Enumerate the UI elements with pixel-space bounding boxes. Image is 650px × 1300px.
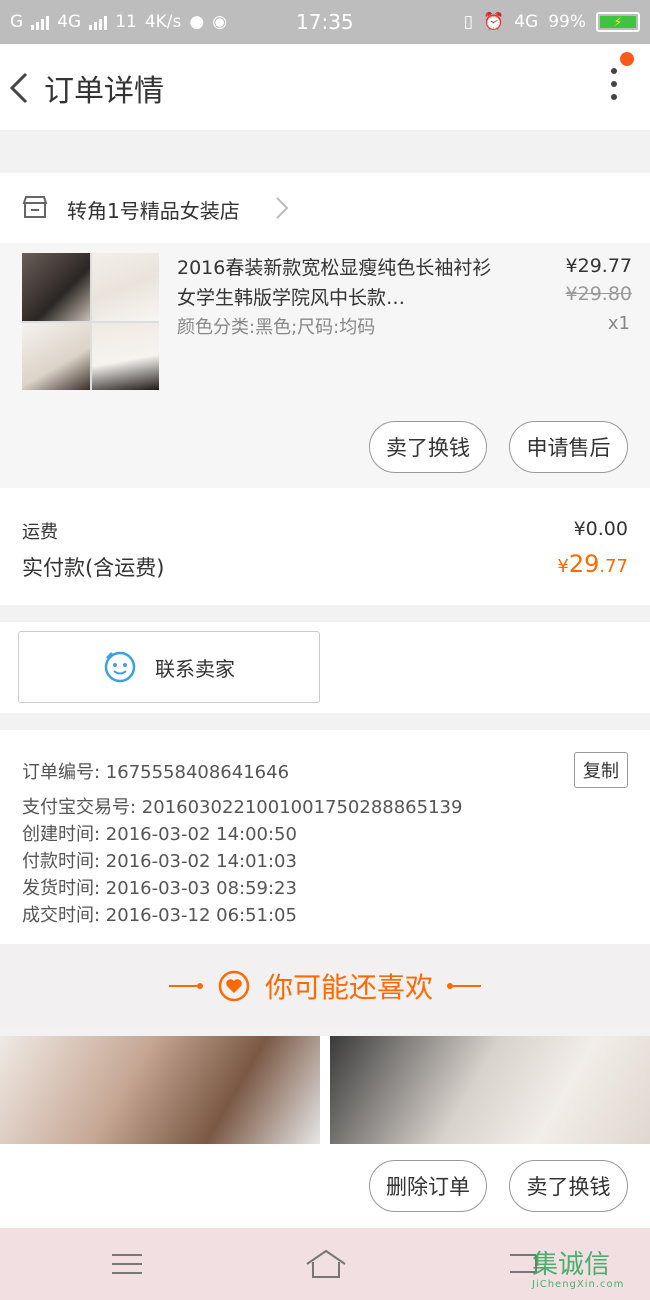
home-icon[interactable] <box>305 1248 347 1280</box>
paid-label: 实付款(含运费) <box>22 556 165 580</box>
recommendation-title: 你可能还喜欢 <box>264 971 433 1004</box>
more-menu-icon[interactable] <box>608 68 620 108</box>
network-type-right: 4G <box>514 12 539 32</box>
paid-amount: ¥29.77 <box>557 550 628 578</box>
product-thumbnail[interactable] <box>22 253 159 390</box>
network-speed: 4K/s <box>144 12 182 32</box>
paid-decimal: .77 <box>599 556 628 577</box>
recommendation-grid <box>0 1036 650 1144</box>
carrier-text: G <box>10 12 24 32</box>
sell-for-cash-button[interactable]: 卖了换钱 <box>369 421 487 473</box>
paid-currency: ¥ <box>557 556 569 577</box>
order-info: 订单编号: 1675558408641646 复制 支付宝交易号: 201603… <box>0 730 650 944</box>
price-current: ¥29.77 <box>565 255 632 277</box>
after-sales-button[interactable]: 申请售后 <box>509 421 628 473</box>
recommended-product-image[interactable] <box>0 1036 320 1144</box>
chat-bubble-icon <box>104 651 136 683</box>
shop-name: 转角1号精品女装店 <box>67 199 240 223</box>
qq-icon: ● <box>189 12 205 32</box>
status-time: 17:35 <box>296 10 354 34</box>
alipay-trade-number: 支付宝交易号: 2016030221001001750288865139 <box>22 797 463 818</box>
order-number[interactable]: 订单编号: 1675558408641646 <box>22 758 289 784</box>
sell-for-cash-button-bottom[interactable]: 卖了换钱 <box>509 1160 628 1212</box>
shipping-label: 运费 <box>22 522 58 543</box>
browser-icon: ◉ <box>212 12 228 32</box>
back-arrow-icon[interactable] <box>6 66 36 110</box>
shipping-value: ¥0.00 <box>573 518 628 540</box>
fee-summary: 运费 ¥0.00 实付款(含运费) ¥29.77 <box>0 488 650 605</box>
completed-time: 成交时间: 2016-03-12 06:51:05 <box>22 905 297 926</box>
nav-bar: 订单详情 <box>0 44 650 130</box>
created-time: 创建时间: 2016-03-02 14:00:50 <box>22 824 297 845</box>
delete-order-button[interactable]: 删除订单 <box>369 1160 487 1212</box>
heart-icon <box>218 970 250 1002</box>
notification-dot <box>620 52 634 66</box>
page-title: 订单详情 <box>44 74 164 109</box>
recommended-product-image[interactable] <box>330 1036 650 1144</box>
copy-button[interactable]: 复制 <box>574 752 628 788</box>
contact-seller-label: 联系卖家 <box>155 658 235 681</box>
contact-seller-button[interactable]: 联系卖家 <box>18 631 320 703</box>
signal-icon-2 <box>89 14 108 30</box>
paid-time: 付款时间: 2016-03-02 14:01:03 <box>22 851 297 872</box>
watermark-logo: 集诚信 JiChengXin.com <box>532 1244 624 1290</box>
vibrate-icon: ▯ <box>463 12 474 32</box>
bottom-action-bar: 删除订单 卖了换钱 <box>0 1144 650 1228</box>
status-bar: G 4G 11 4K/s ● ◉ 17:35 ▯ ⏰ 4G 99% ⚡ <box>0 0 650 44</box>
watermark-text: 集诚信 <box>532 1250 611 1280</box>
quantity: x1 <box>607 313 630 334</box>
product-title: 2016春装新款宽松显瘦纯色长袖衬衫女学生韩版学院风中长款… <box>177 257 492 309</box>
battery-icon: ⚡ <box>596 12 640 32</box>
network-type: 4G <box>57 12 82 32</box>
product-sku: 颜色分类:黑色;尺码:均码 <box>177 317 376 338</box>
divider-left <box>168 983 203 989</box>
battery-percent: 99% <box>548 12 586 32</box>
recommendation-header: 你可能还喜欢 <box>0 945 650 1027</box>
status-right: ▯ ⏰ 4G 99% ⚡ <box>464 12 640 32</box>
shipped-time: 发货时间: 2016-03-03 08:59:23 <box>22 878 297 899</box>
menu-icon[interactable] <box>112 1252 142 1276</box>
shop-row[interactable]: 转角1号精品女装店 <box>0 173 650 243</box>
divider-right <box>447 983 481 989</box>
price-original: ¥29.80 <box>565 283 632 305</box>
contact-section: 联系卖家 <box>0 622 650 713</box>
paid-integer: 29 <box>568 550 600 578</box>
chevron-right-icon <box>276 197 289 219</box>
status-left: G 4G 11 4K/s ● ◉ <box>10 12 227 32</box>
shop-icon <box>22 196 48 218</box>
order-item[interactable]: 2016春装新款宽松显瘦纯色长袖衬衫女学生韩版学院风中长款… 颜色分类:黑色;尺… <box>0 243 650 488</box>
alarm-icon: ⏰ <box>483 12 505 32</box>
signal-icon <box>31 14 50 30</box>
network-speed-prefix: 11 <box>115 12 137 32</box>
watermark-sub: JiChengXin.com <box>532 1279 625 1290</box>
